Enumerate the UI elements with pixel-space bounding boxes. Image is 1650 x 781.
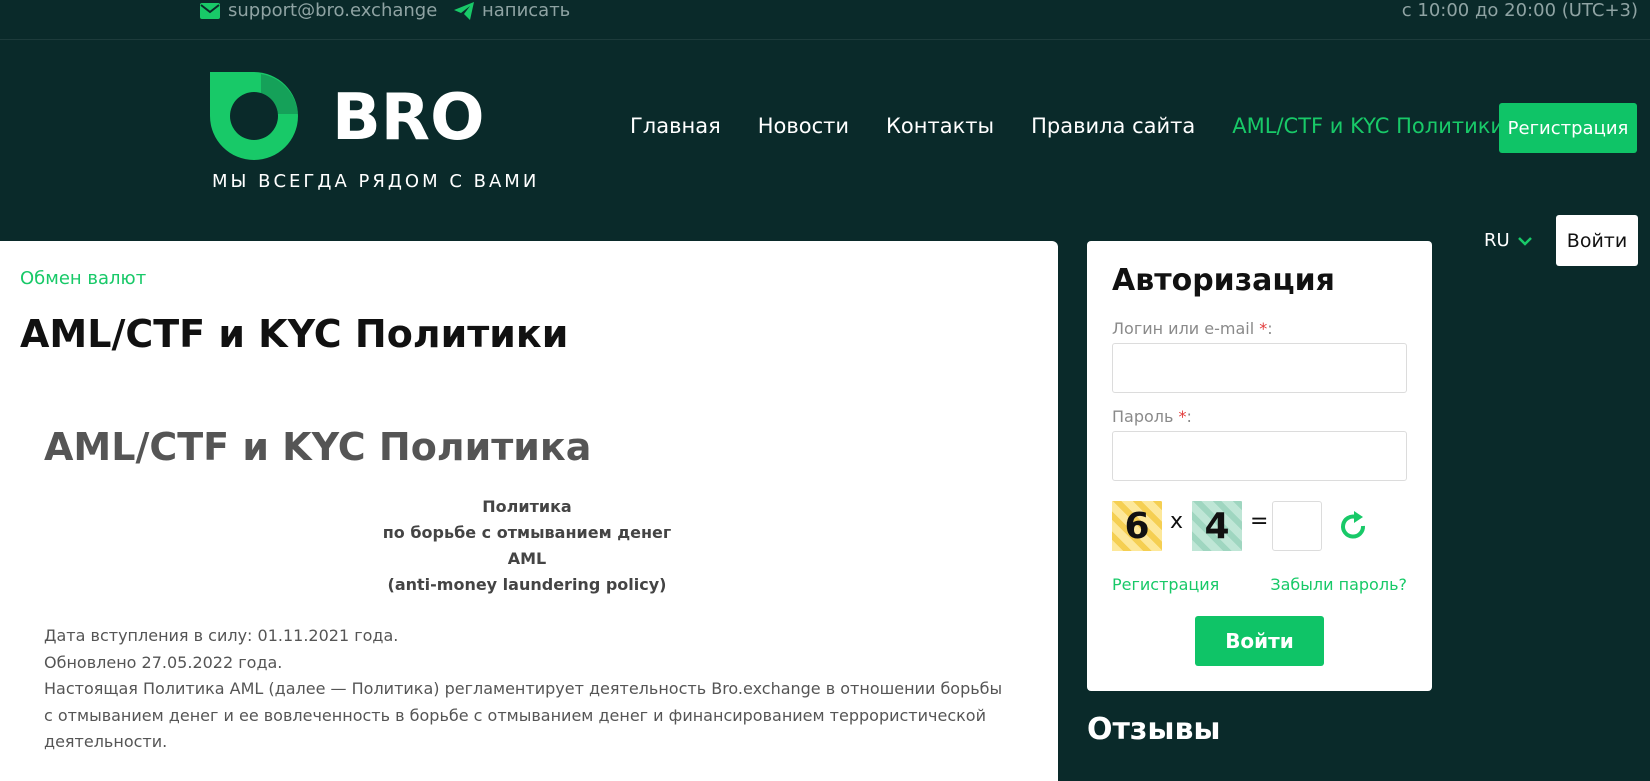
effective-date: Дата вступления в силу: 01.11.2021 года.: [44, 626, 399, 645]
forgot-password-link[interactable]: Забыли пароль?: [1270, 575, 1407, 594]
captcha-equals: =: [1250, 509, 1269, 534]
content-panel: Обмен валют AML/CTF и KYC Политики AML/C…: [0, 241, 1058, 781]
login-input[interactable]: [1112, 343, 1407, 393]
policy-text: Дата вступления в силу: 01.11.2021 года.…: [44, 623, 1004, 756]
password-input[interactable]: [1112, 431, 1407, 481]
captcha-digit-a: 6: [1112, 501, 1162, 551]
telegram-link[interactable]: написать: [482, 0, 570, 21]
header-login-button[interactable]: Войти: [1556, 215, 1638, 266]
site-logo[interactable]: BRO МЫ ВСЕГДА РЯДОМ С ВАМИ: [206, 66, 536, 201]
language-selector[interactable]: RU: [1484, 230, 1532, 251]
policy-intro: Настоящая Политика AML (далее — Политика…: [44, 679, 1003, 751]
email-link[interactable]: support@bro.exchange: [228, 0, 437, 21]
nav-rules[interactable]: Правила сайта: [1031, 114, 1195, 138]
logo-wordmark: BRO: [332, 81, 484, 155]
reviews-heading: Отзывы: [1087, 712, 1221, 747]
mail-icon: [200, 2, 220, 19]
policy-title-line: (anti-money laundering policy): [387, 575, 667, 594]
updated-date: Обновлено 27.05.2022 года.: [44, 652, 283, 672]
telegram-icon: [454, 1, 474, 20]
language-label: RU: [1484, 230, 1510, 251]
policy-title-line: AML: [507, 549, 547, 568]
telegram-contact[interactable]: написать: [454, 0, 570, 21]
password-label: Пароль *:: [1112, 407, 1192, 426]
nav-aml-kyc[interactable]: AML/CTF и KYC Политики: [1232, 114, 1504, 138]
refresh-icon[interactable]: [1336, 509, 1370, 543]
auth-title: Авторизация: [1112, 263, 1335, 298]
working-hours: с 10:00 до 20:00 (UTC+3): [1401, 0, 1638, 21]
auth-panel: Авторизация Логин или e-mail *: Пароль *…: [1087, 241, 1432, 691]
login-submit-button[interactable]: Войти: [1195, 616, 1324, 666]
policy-title-line: по борьбе с отмыванием денег: [382, 523, 672, 542]
policy-title-block: Политика по борьбе с отмыванием денег AM…: [0, 494, 1054, 598]
email-contact[interactable]: support@bro.exchange: [200, 0, 437, 21]
policy-heading: AML/CTF и KYC Политика: [44, 425, 592, 469]
main-nav: Главная Новости Контакты Правила сайта A…: [630, 114, 1504, 138]
nav-contacts[interactable]: Контакты: [886, 114, 994, 138]
chevron-down-icon: [1517, 236, 1532, 246]
captcha-answer-input[interactable]: [1272, 501, 1322, 551]
top-contact-bar: support@bro.exchange написать с 10:00 до…: [0, 0, 1650, 40]
header-register-button[interactable]: Регистрация: [1499, 103, 1637, 153]
login-label: Логин или e-mail *:: [1112, 319, 1273, 338]
bro-logo-icon: BRO: [210, 72, 484, 160]
breadcrumb[interactable]: Обмен валют: [20, 268, 146, 289]
page-title: AML/CTF и KYC Политики: [20, 312, 569, 356]
captcha-operator: x: [1170, 509, 1184, 534]
nav-home[interactable]: Главная: [630, 114, 721, 138]
register-link[interactable]: Регистрация: [1112, 575, 1219, 594]
captcha-digit-b: 4: [1192, 501, 1242, 551]
nav-news[interactable]: Новости: [758, 114, 849, 138]
logo-slogan: МЫ ВСЕГДА РЯДОМ С ВАМИ: [212, 171, 540, 192]
policy-title-line: Политика: [482, 497, 572, 516]
